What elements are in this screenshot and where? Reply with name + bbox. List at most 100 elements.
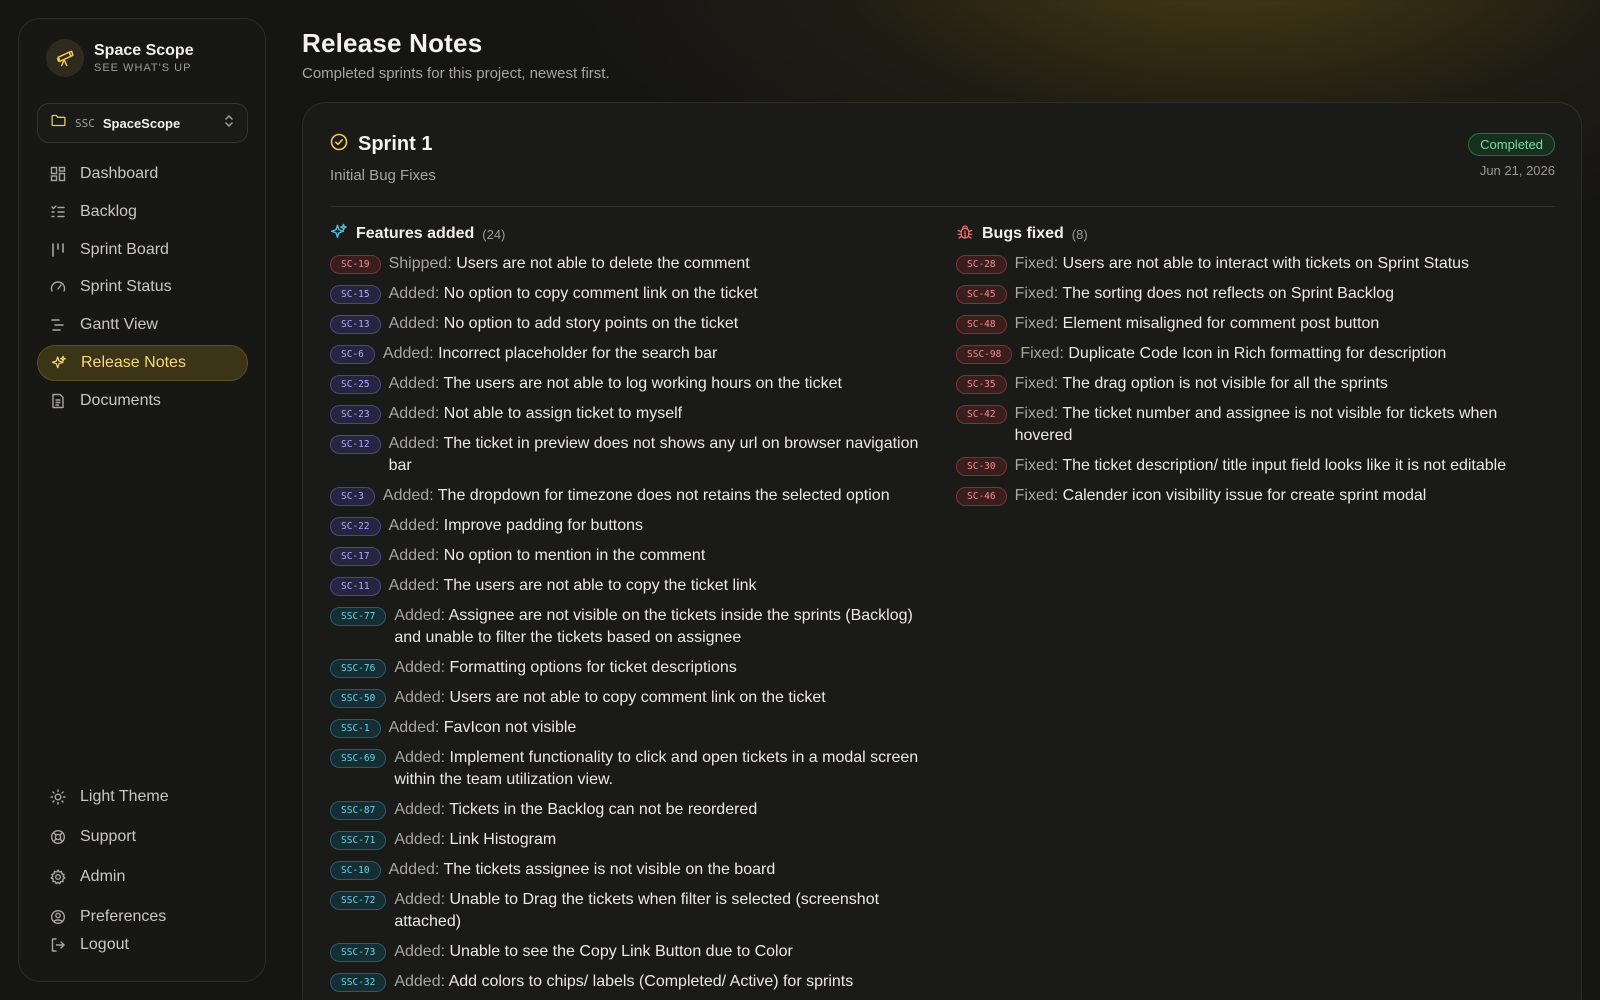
- ticket-tag[interactable]: SSC-50: [330, 689, 387, 708]
- change-kind: Added:: [388, 315, 440, 332]
- ticket-tag[interactable]: SSC-98: [956, 345, 1013, 364]
- bugs-title: Bugs fixed: [982, 225, 1064, 242]
- sprint-date: Jun 21, 2026: [1479, 163, 1555, 178]
- ticket-tag[interactable]: SC-10: [330, 861, 381, 880]
- logout-container: Logout: [37, 927, 248, 965]
- list-item: SSC-1 Added: FavIcon not visible: [330, 717, 920, 739]
- ticket-tag[interactable]: SC-11: [330, 577, 381, 596]
- item-text: Added: Formatting options for ticket des…: [394, 657, 920, 679]
- change-description: Tickets in the Backlog can not be reorde…: [449, 801, 758, 818]
- ticket-tag[interactable]: SC-46: [956, 487, 1007, 506]
- features-list: SC-19 Shipped: Users are not able to dele…: [330, 253, 920, 993]
- list-item: SSC-73 Added: Unable to see the Copy Link…: [330, 941, 920, 963]
- brand-tagline: SEE WHAT'S UP: [94, 62, 192, 74]
- lifebuoy-icon: [50, 829, 66, 845]
- sprint-description: Initial Bug Fixes: [330, 167, 436, 184]
- ticket-tag[interactable]: SC-17: [330, 547, 381, 566]
- list-item: SC-46 Fixed: Calender icon visibility iss…: [956, 485, 1556, 507]
- brand[interactable]: Space Scope SEE WHAT'S UP: [46, 39, 194, 77]
- ticket-tag[interactable]: SSC-87: [330, 801, 387, 820]
- change-kind: Added:: [388, 719, 440, 736]
- ticket-tag[interactable]: SC-35: [956, 375, 1007, 394]
- ticket-tag[interactable]: SC-6: [330, 345, 375, 364]
- change-description: Improve padding for buttons: [443, 517, 644, 534]
- ticket-tag[interactable]: SSC-1: [330, 719, 381, 738]
- change-description: Formatting options for ticket descriptio…: [449, 659, 737, 676]
- ticket-tag[interactable]: SSC-76: [330, 659, 387, 678]
- list-item: SC-6 Added: Incorrect placeholder for the…: [330, 343, 920, 365]
- list-item: SSC-76 Added: Formatting options for tick…: [330, 657, 920, 679]
- list-item: SC-35 Fixed: The drag option is not visib…: [956, 373, 1556, 395]
- ticket-tag[interactable]: SC-42: [956, 405, 1007, 424]
- project-selector[interactable]: SSC SpaceScope: [37, 103, 248, 143]
- item-text: Added: No option to copy comment link on…: [389, 283, 920, 305]
- nav-label: Documents: [80, 391, 161, 409]
- nav-item-admin[interactable]: Admin: [37, 859, 248, 895]
- change-description: The ticket in preview does not shows any…: [388, 435, 919, 474]
- ticket-tag[interactable]: SC-12: [330, 435, 381, 454]
- ticket-tag[interactable]: SSC-32: [330, 973, 387, 992]
- change-kind: Added:: [394, 943, 446, 960]
- ticket-tag[interactable]: SSC-71: [330, 831, 387, 850]
- ticket-tag[interactable]: SC-45: [956, 285, 1007, 304]
- change-kind: Fixed:: [1014, 405, 1059, 422]
- item-text: Fixed: The sorting does not reflects on …: [1015, 283, 1556, 305]
- ticket-tag[interactable]: SC-25: [330, 375, 381, 394]
- change-description: Duplicate Code Icon in Rich formatting f…: [1068, 345, 1447, 362]
- ticket-tag[interactable]: SSC-69: [330, 749, 387, 768]
- ticket-tag[interactable]: SC-13: [330, 315, 381, 334]
- change-kind: Added:: [388, 861, 440, 878]
- item-text: Added: Add colors to chips/ labels (Comp…: [394, 971, 920, 993]
- ticket-tag[interactable]: SC-30: [956, 457, 1007, 476]
- change-kind: Added:: [382, 487, 434, 504]
- list-item: SSC-71 Added: Link Histogram: [330, 829, 920, 851]
- nav-item-release-notes[interactable]: Release Notes: [37, 344, 248, 381]
- item-text: Added: Improve padding for buttons: [389, 515, 920, 537]
- nav-item-documents[interactable]: Documents: [37, 383, 248, 419]
- list-item: SC-11 Added: The users are not able to co…: [330, 575, 920, 597]
- nav-item-sprint-board[interactable]: Sprint Board: [37, 232, 248, 268]
- ticket-tag[interactable]: SC-3: [330, 487, 375, 506]
- change-description: Element misaligned for comment post butt…: [1062, 315, 1380, 332]
- features-title: Features added: [356, 225, 475, 242]
- logout-button[interactable]: Logout: [37, 927, 248, 963]
- board-icon: [50, 242, 66, 258]
- backlog-icon: [50, 204, 66, 220]
- change-description: The sorting does not reflects on Sprint …: [1062, 285, 1395, 302]
- item-text: Added: The tickets assignee is not visib…: [389, 859, 920, 881]
- ticket-tag[interactable]: SSC-72: [330, 891, 387, 910]
- main-nav: Dashboard Backlog Sprint Board Sprint St…: [37, 156, 248, 421]
- nav-item-backlog[interactable]: Backlog: [37, 194, 248, 230]
- list-item: SSC-72 Added: Unable to Drag the tickets …: [330, 889, 920, 933]
- ticket-tag[interactable]: SSC-73: [330, 943, 387, 962]
- nav-label: Sprint Board: [80, 240, 169, 258]
- sprint-name: Sprint 1: [358, 133, 433, 155]
- nav-item-gantt-view[interactable]: Gantt View: [37, 307, 248, 343]
- ticket-tag[interactable]: SC-23: [330, 405, 381, 424]
- item-text: Fixed: The drag option is not visible fo…: [1015, 373, 1556, 395]
- change-kind: Added:: [394, 891, 446, 908]
- ticket-tag[interactable]: SC-15: [330, 285, 381, 304]
- nav-item-support[interactable]: Support: [37, 819, 248, 855]
- nav-label: Backlog: [80, 202, 137, 220]
- change-kind: Fixed:: [1014, 375, 1059, 392]
- nav-item-light-theme[interactable]: Light Theme: [37, 779, 248, 815]
- list-item: SC-19 Shipped: Users are not able to dele…: [330, 253, 920, 275]
- change-description: The drag option is not visible for all t…: [1062, 375, 1388, 392]
- ticket-tag[interactable]: SSC-77: [330, 607, 387, 626]
- change-description: Users are not able to interact with tick…: [1062, 255, 1470, 272]
- nav-item-dashboard[interactable]: Dashboard: [37, 156, 248, 192]
- logout-icon: [50, 937, 66, 953]
- list-item: SC-3 Added: The dropdown for timezone doe…: [330, 485, 920, 507]
- ticket-tag[interactable]: SC-22: [330, 517, 381, 536]
- change-description: FavIcon not visible: [443, 719, 577, 736]
- ticket-tag[interactable]: SC-48: [956, 315, 1007, 334]
- folder-icon: [50, 112, 67, 134]
- change-description: The ticket number and assignee is not vi…: [1014, 405, 1498, 444]
- change-kind: Added:: [394, 689, 446, 706]
- ticket-tag[interactable]: SC-28: [956, 255, 1007, 274]
- list-item: SSC-87 Added: Tickets in the Backlog can …: [330, 799, 920, 821]
- nav-item-sprint-status[interactable]: Sprint Status: [37, 269, 248, 305]
- list-item: SC-22 Added: Improve padding for buttons: [330, 515, 920, 537]
- ticket-tag[interactable]: SC-19: [330, 255, 381, 274]
